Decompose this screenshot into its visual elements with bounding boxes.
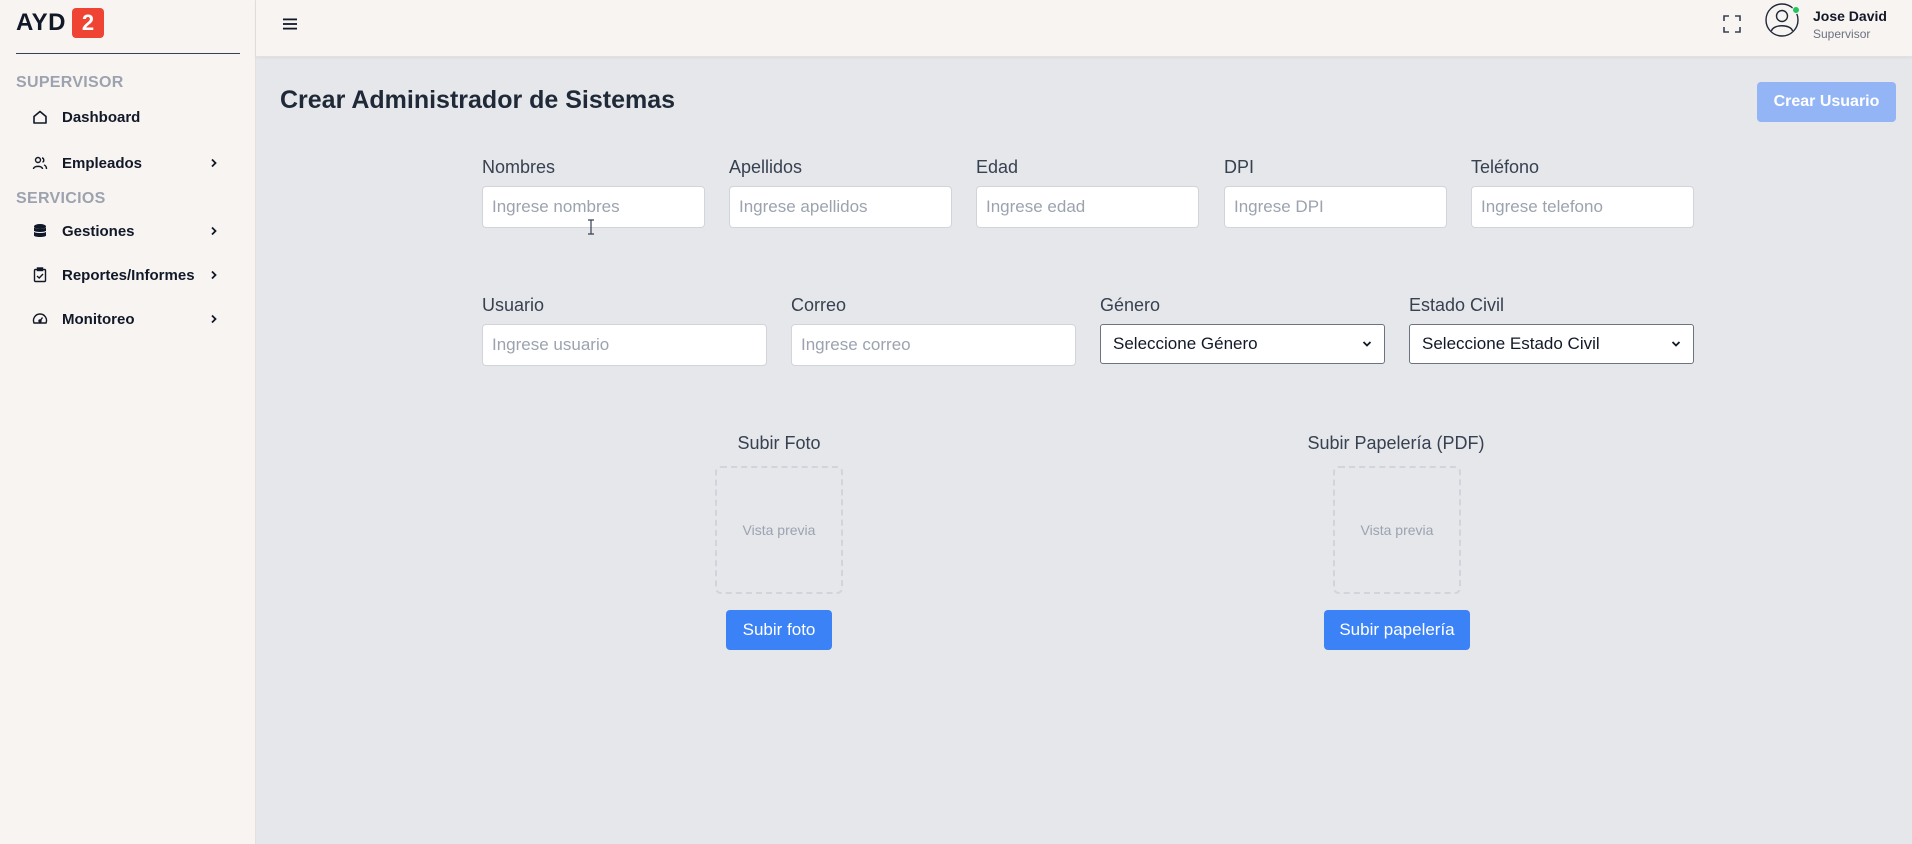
brand-logo[interactable]: AYD 2 bbox=[16, 8, 104, 38]
section-title-servicios: SERVICIOS bbox=[16, 190, 106, 207]
apellidos-input[interactable] bbox=[729, 186, 952, 228]
section-title-supervisor: SUPERVISOR bbox=[16, 74, 124, 91]
upload-papers-title: Subir Papelería (PDF) bbox=[1307, 433, 1485, 453]
sidebar-item-label: Reportes/Informes bbox=[62, 266, 195, 284]
chevron-down-icon bbox=[1671, 334, 1681, 354]
chevron-right-icon bbox=[208, 225, 220, 237]
sidebar-item-monitoreo[interactable]: Monitoreo bbox=[32, 304, 224, 334]
gauge-icon bbox=[32, 311, 48, 327]
create-user-button[interactable]: Crear Usuario bbox=[1757, 82, 1896, 122]
brand-divider bbox=[16, 53, 240, 54]
user-role: Supervisor bbox=[1813, 27, 1871, 41]
sidebar-item-label: Gestiones bbox=[62, 222, 135, 240]
nombres-label: Nombres bbox=[482, 157, 556, 177]
text-cursor-icon bbox=[588, 219, 594, 235]
telefono-label: Teléfono bbox=[1471, 157, 1540, 177]
sidebar-item-label: Monitoreo bbox=[62, 310, 135, 328]
user-name: Jose David bbox=[1813, 8, 1887, 24]
sidebar-item-gestiones[interactable]: Gestiones bbox=[32, 216, 224, 246]
edad-input[interactable] bbox=[976, 186, 1199, 228]
estado-civil-select[interactable]: Seleccione Estado Civil bbox=[1409, 324, 1694, 364]
topbar: Jose David Supervisor bbox=[256, 0, 1912, 57]
brand-text: AYD bbox=[16, 9, 66, 36]
usuario-input[interactable] bbox=[482, 324, 767, 366]
page-title: Crear Administrador de Sistemas bbox=[280, 86, 676, 114]
upload-photo-title: Subir Foto bbox=[737, 433, 821, 453]
upload-papers-button[interactable]: Subir papelería bbox=[1324, 610, 1470, 650]
chevron-right-icon bbox=[208, 269, 220, 281]
sidebar-item-label: Empleados bbox=[62, 154, 143, 172]
home-icon bbox=[32, 109, 48, 125]
brand-badge: 2 bbox=[71, 8, 104, 38]
upload-photo-button[interactable]: Subir foto bbox=[726, 610, 832, 650]
chevron-down-icon bbox=[1362, 334, 1372, 354]
papers-preview: Vista previa bbox=[1333, 466, 1461, 594]
usuario-label: Usuario bbox=[482, 295, 545, 315]
genero-select-value: Seleccione Género bbox=[1113, 334, 1258, 353]
database-icon bbox=[32, 223, 48, 239]
dpi-input[interactable] bbox=[1224, 186, 1447, 228]
users-icon bbox=[32, 155, 48, 171]
correo-label: Correo bbox=[791, 295, 847, 315]
sidebar-item-empleados[interactable]: Empleados bbox=[32, 148, 224, 178]
fullscreen-icon[interactable] bbox=[1722, 14, 1742, 34]
clipboard-check-icon bbox=[32, 267, 48, 283]
estado-civil-select-value: Seleccione Estado Civil bbox=[1422, 334, 1600, 353]
sidebar-item-dashboard[interactable]: Dashboard bbox=[32, 102, 224, 132]
correo-input[interactable] bbox=[791, 324, 1076, 366]
telefono-input[interactable] bbox=[1471, 186, 1694, 228]
dpi-label: DPI bbox=[1224, 157, 1255, 177]
genero-select[interactable]: Seleccione Género bbox=[1100, 324, 1385, 364]
sidebar: AYD 2 SUPERVISOR Dashboard Empleados SER… bbox=[0, 0, 256, 844]
edad-label: Edad bbox=[976, 157, 1019, 177]
sidebar-item-reportes[interactable]: Reportes/Informes bbox=[32, 260, 224, 290]
photo-preview: Vista previa bbox=[715, 466, 843, 594]
genero-label: Género bbox=[1100, 295, 1161, 315]
chevron-right-icon bbox=[208, 157, 220, 169]
sidebar-item-label: Dashboard bbox=[62, 108, 141, 126]
apellidos-label: Apellidos bbox=[729, 157, 803, 177]
chevron-right-icon bbox=[208, 313, 220, 325]
avatar[interactable] bbox=[1764, 2, 1800, 38]
hamburger-menu-icon[interactable] bbox=[280, 14, 300, 34]
online-status-dot bbox=[1792, 6, 1800, 14]
estado-civil-label: Estado Civil bbox=[1409, 295, 1505, 315]
